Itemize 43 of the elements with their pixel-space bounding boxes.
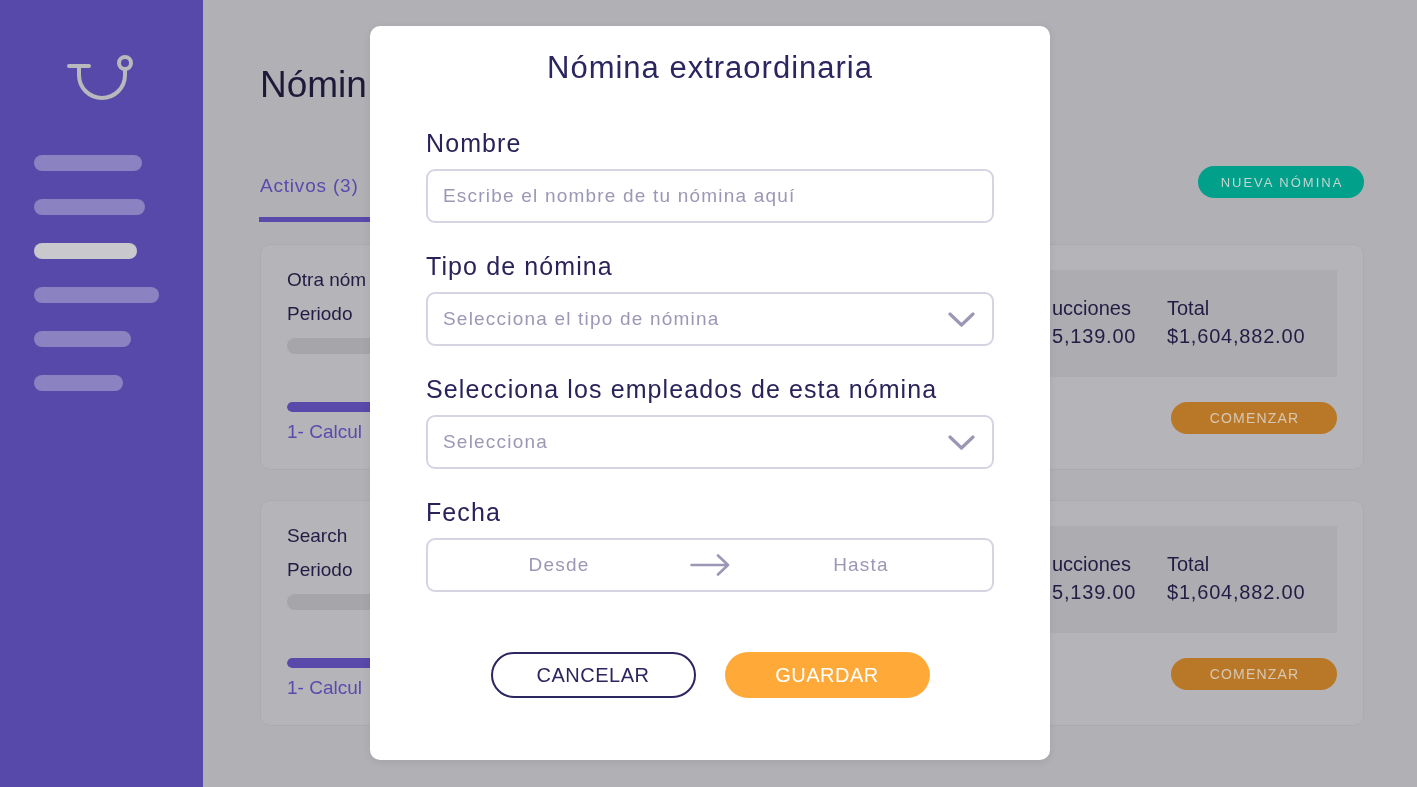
text-input[interactable]: Escribe el nombre de tu nómina aquí: [426, 169, 994, 223]
step-label: 1- Calcul: [287, 420, 362, 444]
nav-item[interactable]: [34, 331, 131, 347]
field-label: Tipo de nómina: [426, 251, 613, 281]
nav-item[interactable]: [34, 287, 159, 303]
nav-item[interactable]: [34, 243, 137, 259]
dropdown-field[interactable]: Selecciona el tipo de nómina: [426, 292, 994, 346]
start-button[interactable]: COMENZAR: [1171, 658, 1337, 690]
card-title: Otra nóm: [287, 268, 367, 292]
page-title: Nómin: [260, 64, 367, 106]
start-button[interactable]: COMENZAR: [1171, 402, 1337, 434]
dialog-title: Nómina extraordinaria: [547, 49, 873, 87]
step-label: 1- Calcul: [287, 676, 362, 700]
save-button[interactable]: GUARDAR: [724, 652, 930, 698]
period-text: Periodo: [287, 558, 353, 582]
cancel-button[interactable]: CANCELAR: [490, 652, 696, 698]
field-label: Nombre: [426, 128, 522, 158]
logo-icon: [67, 53, 133, 101]
date-input[interactable]: Desde: [428, 540, 690, 590]
dropdown-field[interactable]: Selecciona: [426, 415, 994, 469]
nav-item[interactable]: [34, 375, 123, 391]
summary-label: Total: [1167, 552, 1210, 576]
nav-item[interactable]: [34, 155, 142, 171]
date-input[interactable]: Hasta: [730, 540, 992, 590]
dropdown-input[interactable]: Selecciona: [443, 417, 948, 467]
date-range-field[interactable]: Desde Hasta: [426, 538, 994, 592]
field-label: Selecciona los empleados de esta nómina: [426, 374, 938, 404]
summary-value: $1,604,882.00: [1167, 580, 1306, 604]
period-text: Periodo: [287, 302, 353, 326]
chevron-down-icon: [948, 434, 975, 450]
field-label: Fecha: [426, 497, 501, 527]
arrow-right-icon: [690, 554, 730, 576]
nav-item[interactable]: [34, 199, 145, 215]
summary-label: Total: [1167, 296, 1210, 320]
summary-value: $1,604,882.00: [1167, 324, 1306, 348]
chevron-down-icon: [948, 311, 975, 327]
summary-label: ucciones: [1052, 552, 1131, 576]
summary-label: ucciones: [1052, 296, 1131, 320]
new-payroll-button[interactable]: NUEVA NÓMINA: [1198, 166, 1364, 198]
dropdown-input[interactable]: Selecciona el tipo de nómina: [443, 294, 948, 344]
card-title: Search: [287, 524, 348, 548]
summary-value: 5,139.00: [1052, 580, 1137, 604]
summary-value: 5,139.00: [1052, 324, 1137, 348]
